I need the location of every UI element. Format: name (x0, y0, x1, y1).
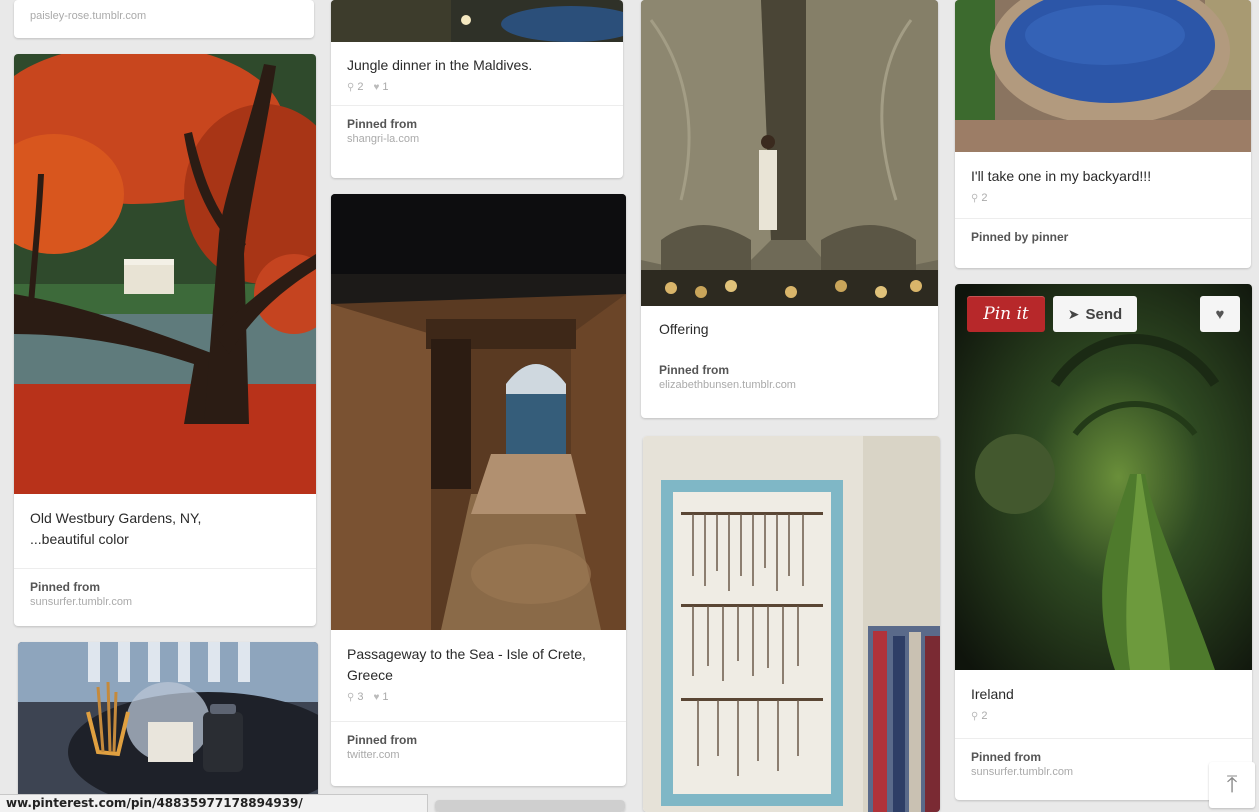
pinned-from-label: Pinned from (30, 580, 101, 594)
pin-it-button[interactable]: Pin it (967, 296, 1045, 332)
pin-card-paisley[interactable]: paisley-rose.tumblr.com (14, 0, 314, 38)
pin-card-old-westbury[interactable]: Old Westbury Gardens, NY, ...beautiful c… (14, 54, 316, 626)
pin-description: Passageway to the Sea - Isle of Crete, G… (347, 646, 586, 683)
pin-card-partial-bottom[interactable] (435, 800, 625, 812)
pin-source-link[interactable]: twitter.com (347, 748, 610, 763)
pin-card-passageway[interactable]: Passageway to the Sea - Isle of Crete, G… (331, 194, 626, 786)
pin-description: Offering (659, 321, 709, 337)
pinned-from-label: Pinned from (347, 117, 418, 131)
pin-card-jungle-dinner[interactable]: Jungle dinner in the Maldives. ⚲ 2 ♥ 1 Pin… (331, 0, 623, 178)
pin-description: I'll take one in my backyard!!! (971, 168, 1152, 184)
pin-attribution: Pinned from twitter.com (331, 721, 626, 775)
pin-image[interactable]: Pin it ➤ Send ♥ (955, 284, 1252, 670)
pinned-by-label: Pinned by pinner (971, 230, 1069, 244)
pinned-from-label: Pinned from (971, 750, 1042, 764)
pin-image[interactable] (331, 194, 626, 630)
pin-description: Jungle dinner in the Maldives. (347, 57, 533, 73)
like-button[interactable]: ♥ (1200, 296, 1240, 332)
pin-stats: ⚲ 2 (955, 187, 1251, 204)
pin-stats: ⚲ 3 ♥ 1 (331, 686, 626, 703)
pin-image[interactable] (641, 0, 938, 306)
pin-card-offering[interactable]: Offering Pinned from elizabethbunsen.tum… (641, 0, 938, 418)
pushpin-icon: ⚲ (347, 81, 355, 93)
heart-icon: ♥ (373, 691, 380, 703)
send-button[interactable]: ➤ Send (1053, 296, 1137, 332)
pin-card-ireland[interactable]: Pin it ➤ Send ♥ Ireland ⚲ 2 Pinned from s… (955, 284, 1252, 800)
repin-count: ⚲ 2 (347, 81, 364, 93)
scroll-to-top-button[interactable]: ⤒ (1209, 762, 1255, 808)
like-count: ♥ 1 (373, 81, 389, 93)
pin-card-backyard[interactable]: I'll take one in my backyard!!! ⚲ 2 Pinne… (955, 0, 1251, 268)
heart-icon: ♥ (373, 81, 380, 93)
paper-plane-icon: ➤ (1067, 305, 1080, 322)
heart-icon: ♥ (1215, 305, 1225, 323)
send-button-label: Send (1085, 305, 1123, 323)
pin-source-link[interactable]: paisley-rose.tumblr.com (30, 9, 298, 24)
pin-card-desk[interactable] (18, 642, 318, 812)
pushpin-icon: ⚲ (971, 710, 979, 722)
pin-attribution: Pinned from sunsurfer.tumblr.com (955, 738, 1252, 792)
pin-image[interactable] (18, 642, 318, 812)
pin-image[interactable] (435, 800, 625, 812)
pushpin-icon: ⚲ (347, 691, 355, 703)
pin-source-link[interactable]: sunsurfer.tumblr.com (971, 765, 1236, 780)
pin-attribution: paisley-rose.tumblr.com (14, 0, 314, 36)
pin-description: Ireland (971, 686, 1014, 702)
pin-stats: ⚲ 2 ♥ 1 (331, 76, 623, 93)
repin-count: ⚲ 3 (347, 691, 364, 703)
pin-attribution: Pinned from elizabethbunsen.tumblr.com (641, 352, 938, 405)
arrow-up-icon: ⤒ (1226, 771, 1238, 798)
repin-count: ⚲ 2 (971, 192, 988, 204)
pin-source-link[interactable]: shangri-la.com (347, 132, 607, 147)
pin-stats: ⚲ 2 (955, 705, 1252, 722)
browser-status-bar: ww.pinterest.com/pin/48835977178894939/ (0, 794, 428, 812)
repin-count: ⚲ 2 (971, 710, 988, 722)
pin-attribution: Pinned from sunsurfer.tumblr.com (14, 568, 316, 622)
pin-image[interactable] (643, 436, 940, 812)
pin-description: Old Westbury Gardens, NY, ...beautiful c… (30, 510, 202, 547)
pin-attribution: Pinned from shangri-la.com (331, 105, 623, 159)
pinned-from-label: Pinned from (347, 733, 418, 747)
pin-source-link[interactable]: elizabethbunsen.tumblr.com (659, 378, 922, 393)
pin-card-jewelry[interactable] (643, 436, 940, 812)
pushpin-icon: ⚲ (971, 192, 979, 204)
pin-image[interactable] (331, 0, 623, 42)
pin-attribution: Pinned by pinner (955, 218, 1251, 257)
pinned-from-label: Pinned from (659, 363, 730, 377)
like-count: ♥ 1 (373, 691, 389, 703)
pin-image[interactable] (955, 0, 1251, 152)
pin-image[interactable] (14, 54, 316, 494)
pin-source-link[interactable]: sunsurfer.tumblr.com (30, 595, 300, 610)
